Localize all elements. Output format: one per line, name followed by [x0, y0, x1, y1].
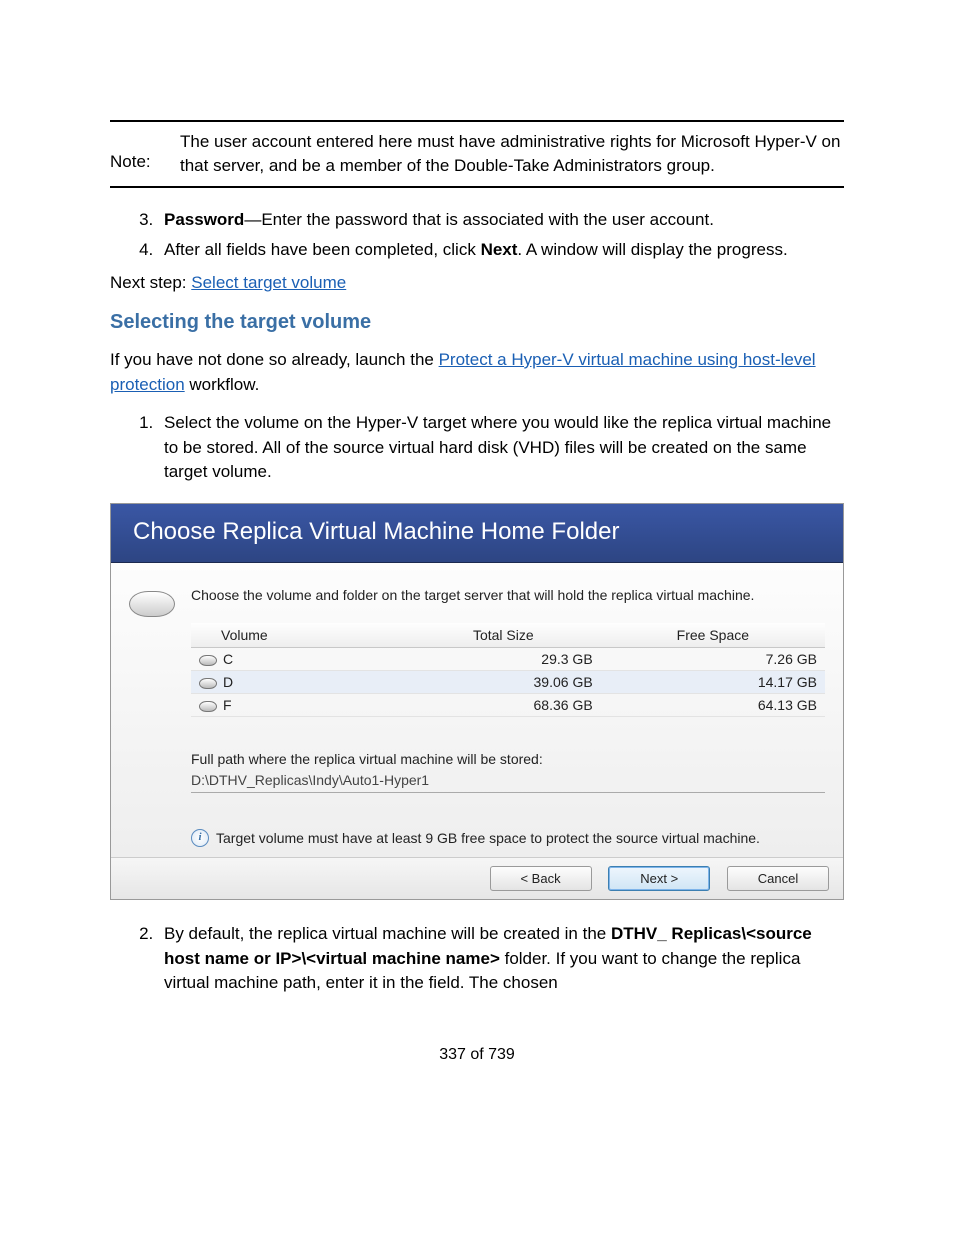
volume-row-d[interactable]: D 39.06 GB 14.17 GB: [191, 671, 825, 694]
path-input[interactable]: D:\DTHV_Replicas\Indy\Auto1-Hyper1: [191, 770, 825, 793]
steps-list-bottom-cont: By default, the replica virtual machine …: [110, 922, 844, 996]
wizard-title: Choose Replica Virtual Machine Home Fold…: [111, 504, 843, 563]
next-step-line: Next step: Select target volume: [110, 273, 844, 293]
volume-table-header: Volume Total Size Free Space: [191, 623, 825, 648]
note-text: The user account entered here must have …: [180, 130, 844, 178]
volume-table: Volume Total Size Free Space C 29.3 GB 7…: [191, 623, 825, 717]
note-block: Note: The user account entered here must…: [110, 120, 844, 188]
volume-row-f[interactable]: F 68.36 GB 64.13 GB: [191, 694, 825, 717]
wizard-buttons: < Back Next > Cancel: [111, 857, 843, 899]
step-b2-item: By default, the replica virtual machine …: [158, 922, 844, 996]
note-label: Note:: [110, 130, 180, 172]
step-4-item: After all fields have been completed, cl…: [158, 238, 844, 263]
step-b1-item: Select the volume on the Hyper-V target …: [158, 411, 844, 485]
wizard-instruction: Choose the volume and folder on the targ…: [191, 587, 825, 603]
cancel-button[interactable]: Cancel: [727, 866, 829, 891]
intro-paragraph: If you have not done so already, launch …: [110, 348, 844, 397]
next-step-link[interactable]: Select target volume: [191, 273, 346, 292]
hint-row: i Target volume must have at least 9 GB …: [191, 829, 825, 847]
page-footer: 337 of 739: [110, 1046, 844, 1064]
step3-rest: —Enter the password that is associated w…: [244, 210, 714, 229]
step-b2-pre: By default, the replica virtual machine …: [164, 924, 611, 943]
back-button[interactable]: < Back: [490, 866, 592, 891]
next-button[interactable]: Next >: [608, 866, 710, 891]
step-3-item: Password—Enter the password that is asso…: [158, 208, 844, 233]
info-icon: i: [191, 829, 209, 847]
wizard-dialog: Choose Replica Virtual Machine Home Fold…: [110, 503, 844, 900]
disk-small-icon: [199, 678, 217, 689]
hint-text: Target volume must have at least 9 GB fr…: [216, 830, 760, 846]
col-total[interactable]: Total Size: [406, 623, 601, 648]
next-step-label: Next step:: [110, 273, 191, 292]
volume-row-c[interactable]: C 29.3 GB 7.26 GB: [191, 648, 825, 671]
intro-pre: If you have not done so already, launch …: [110, 350, 439, 369]
section-heading: Selecting the target volume: [110, 311, 844, 334]
disk-icon: [129, 591, 175, 617]
path-label: Full path where the replica virtual mach…: [191, 751, 825, 767]
col-free[interactable]: Free Space: [601, 623, 825, 648]
disk-small-icon: [199, 655, 217, 666]
step4-bold: Next: [481, 240, 518, 259]
step4-post: . A window will display the progress.: [517, 240, 787, 259]
steps-list-bottom: Select the volume on the Hyper-V target …: [110, 411, 844, 485]
step4-pre: After all fields have been completed, cl…: [164, 240, 481, 259]
disk-small-icon: [199, 701, 217, 712]
step3-bold: Password: [164, 210, 244, 229]
steps-list-top: Password—Enter the password that is asso…: [110, 208, 844, 263]
intro-post: workflow.: [185, 375, 260, 394]
col-volume[interactable]: Volume: [191, 623, 406, 648]
